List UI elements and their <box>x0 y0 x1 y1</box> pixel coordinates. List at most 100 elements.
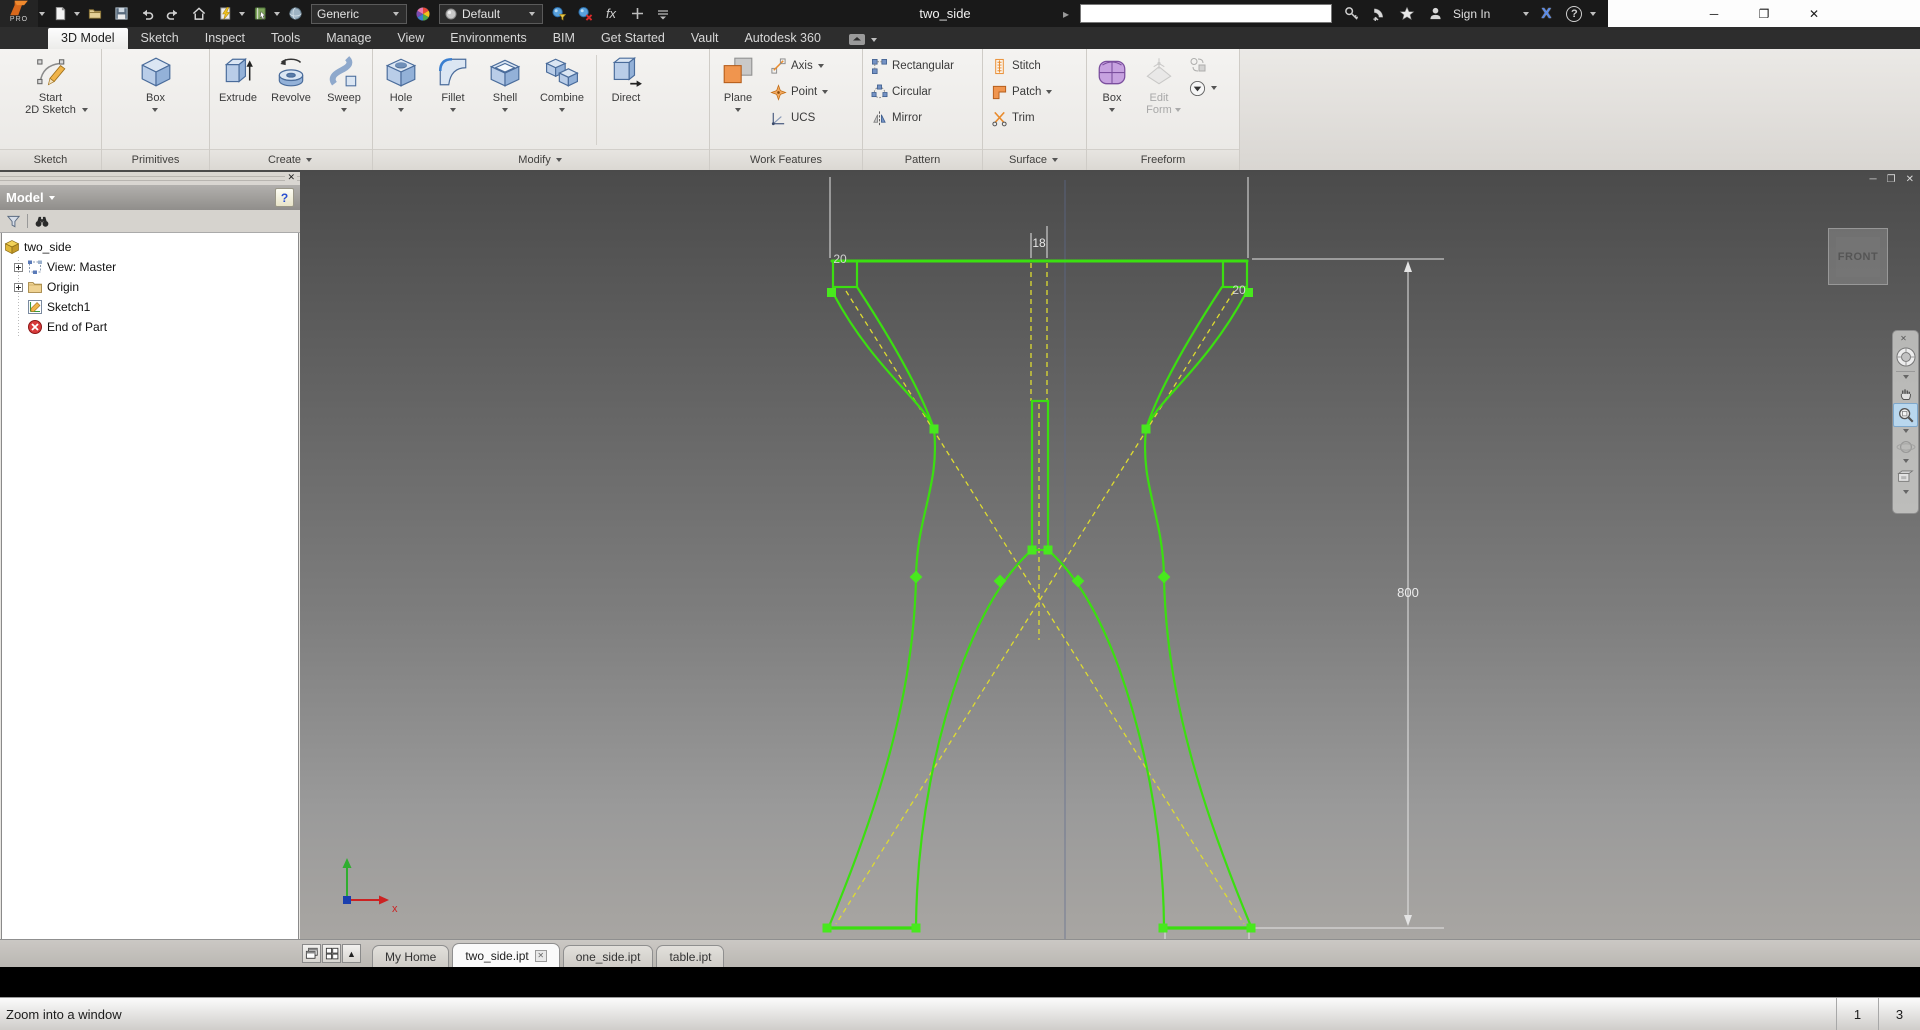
sign-in-avatar[interactable] <box>1422 1 1448 26</box>
exchange-apps-button[interactable]: X <box>1533 1 1559 26</box>
viewport[interactable]: 20 18 20 800 x ─ ❐ ✕ FRONT ✕ <box>300 172 1920 967</box>
revolve-button[interactable]: Revolve <box>264 51 318 149</box>
panel-label-primitives[interactable]: Primitives <box>102 149 209 170</box>
zoom-button[interactable] <box>1893 403 1918 427</box>
tab-table[interactable]: table.ipt <box>656 945 725 967</box>
freeform-options-button[interactable] <box>1185 77 1223 99</box>
quick-sketch-caret[interactable] <box>239 12 245 19</box>
adjust-appearance-button[interactable] <box>546 1 572 26</box>
panel-label-surface[interactable]: Surface <box>983 149 1086 170</box>
tab-3d-model[interactable]: 3D Model <box>48 28 128 49</box>
tab-vault[interactable]: Vault <box>678 28 732 49</box>
orbit-button[interactable] <box>1893 437 1918 457</box>
doc-restore-button[interactable]: ❐ <box>1887 174 1896 185</box>
ribbon-display-button[interactable] <box>848 33 879 46</box>
combine-button[interactable]: Combine <box>531 51 593 149</box>
tab-inspect[interactable]: Inspect <box>192 28 258 49</box>
stitch-button[interactable]: Stitch <box>987 54 1058 78</box>
logo-dropdown-caret[interactable] <box>39 12 45 19</box>
zoom-caret[interactable] <box>1893 427 1918 437</box>
material-combo[interactable]: Generic <box>311 3 407 24</box>
minimize-button[interactable]: ─ <box>1699 7 1729 21</box>
start-2d-sketch-button[interactable]: Start 2D Sketch <box>8 51 94 149</box>
filter-icon[interactable] <box>6 214 21 229</box>
panel-label-work-features[interactable]: Work Features <box>710 149 862 170</box>
inventor-logo[interactable]: PRO <box>0 0 38 27</box>
panel-label-sketch[interactable]: Sketch <box>0 149 101 170</box>
panel-label-freeform[interactable]: Freeform <box>1087 149 1239 170</box>
open-button[interactable] <box>82 1 108 26</box>
browser-title[interactable]: Model <box>6 190 44 205</box>
undo-button[interactable] <box>134 1 160 26</box>
navbar-close-icon[interactable]: ✕ <box>1893 332 1918 344</box>
browser-grab-bar[interactable]: ✕ <box>0 172 300 185</box>
save-button[interactable] <box>108 1 134 26</box>
rectangular-pattern-button[interactable]: Rectangular <box>867 54 958 78</box>
trim-button[interactable]: Trim <box>987 106 1058 130</box>
appearance-combo[interactable]: Default <box>439 3 543 24</box>
view-cube-front-face[interactable]: FRONT <box>1836 236 1880 277</box>
doc-close-button[interactable]: ✕ <box>1906 174 1914 185</box>
tab-one-side[interactable]: one_side.ipt <box>562 945 654 967</box>
tab-close-icon[interactable]: ✕ <box>534 949 547 962</box>
qat-customize-button[interactable] <box>650 1 676 26</box>
home-button[interactable] <box>186 1 212 26</box>
search-binoculars-icon[interactable] <box>34 214 50 229</box>
expand-icon[interactable] <box>14 282 23 292</box>
orbit-caret[interactable] <box>1893 457 1918 467</box>
parameters-button[interactable]: fx <box>598 1 624 26</box>
panel-label-modify[interactable]: Modify <box>373 149 709 170</box>
favorites-button[interactable] <box>1394 1 1420 26</box>
mirror-button[interactable]: Mirror <box>867 106 958 130</box>
tab-my-home[interactable]: My Home <box>372 945 450 967</box>
navbar-more-caret[interactable] <box>1893 487 1918 499</box>
dim-20-left[interactable]: 20 <box>833 252 847 266</box>
panel-label-pattern[interactable]: Pattern <box>863 149 982 170</box>
dim-20-right[interactable]: 20 <box>1232 283 1246 297</box>
help-caret[interactable] <box>1590 12 1597 19</box>
shell-button[interactable]: Shell <box>479 51 531 149</box>
tab-two-side[interactable]: two_side.ipt ✕ <box>452 943 560 967</box>
steering-wheel-button[interactable] <box>1893 344 1918 370</box>
wheel-caret[interactable] <box>1893 373 1918 383</box>
dim-800[interactable]: 800 <box>1397 585 1419 600</box>
primitive-box-button[interactable]: Box <box>126 51 186 149</box>
direct-button[interactable]: Direct <box>600 51 652 149</box>
tab-autodesk-360[interactable]: Autodesk 360 <box>731 28 833 49</box>
view-cube[interactable]: FRONT <box>1828 228 1888 285</box>
material-browser-button[interactable] <box>247 1 273 26</box>
sweep-button[interactable]: Sweep <box>318 51 370 149</box>
freeform-box-button[interactable]: Box <box>1089 51 1135 149</box>
patch-button[interactable]: Patch <box>987 80 1058 104</box>
circular-pattern-button[interactable]: Circular <box>867 80 958 104</box>
render-button[interactable] <box>282 1 308 26</box>
tree-item-origin[interactable]: Origin <box>14 277 296 297</box>
close-button[interactable]: ✕ <box>1799 7 1829 21</box>
expand-icon[interactable] <box>14 262 23 272</box>
doc-minimize-button[interactable]: ─ <box>1870 174 1877 185</box>
help-button[interactable]: ? <box>1561 1 1587 26</box>
tab-get-started[interactable]: Get Started <box>588 28 678 49</box>
pan-button[interactable] <box>1893 383 1918 403</box>
tree-item-root[interactable]: two_side <box>4 237 296 257</box>
panel-label-create[interactable]: Create <box>210 149 372 170</box>
hole-button[interactable]: Hole <box>375 51 427 149</box>
browser-title-caret[interactable] <box>48 196 55 203</box>
endpoint-markers[interactable] <box>822 288 1256 933</box>
tab-view[interactable]: View <box>384 28 437 49</box>
midpoint-markers[interactable] <box>909 570 1171 588</box>
tab-bim[interactable]: BIM <box>540 28 588 49</box>
cascade-windows-button[interactable] <box>302 944 321 963</box>
tab-scroll-up-button[interactable]: ▲ <box>342 944 361 963</box>
plane-button[interactable]: Plane <box>712 51 764 149</box>
sign-in-label[interactable]: Sign In <box>1453 7 1490 21</box>
extrude-button[interactable]: Extrude <box>212 51 264 149</box>
ucs-button[interactable]: UCS <box>766 106 834 130</box>
browser-close-icon[interactable]: ✕ <box>285 172 297 183</box>
search-prev-arrow[interactable]: ▸ <box>1063 7 1069 21</box>
tab-sketch[interactable]: Sketch <box>128 28 192 49</box>
tab-environments[interactable]: Environments <box>437 28 539 49</box>
color-wheel-button[interactable] <box>410 1 436 26</box>
communication-center-button[interactable] <box>1366 1 1392 26</box>
tree-item-end-of-part[interactable]: End of Part <box>14 317 296 337</box>
